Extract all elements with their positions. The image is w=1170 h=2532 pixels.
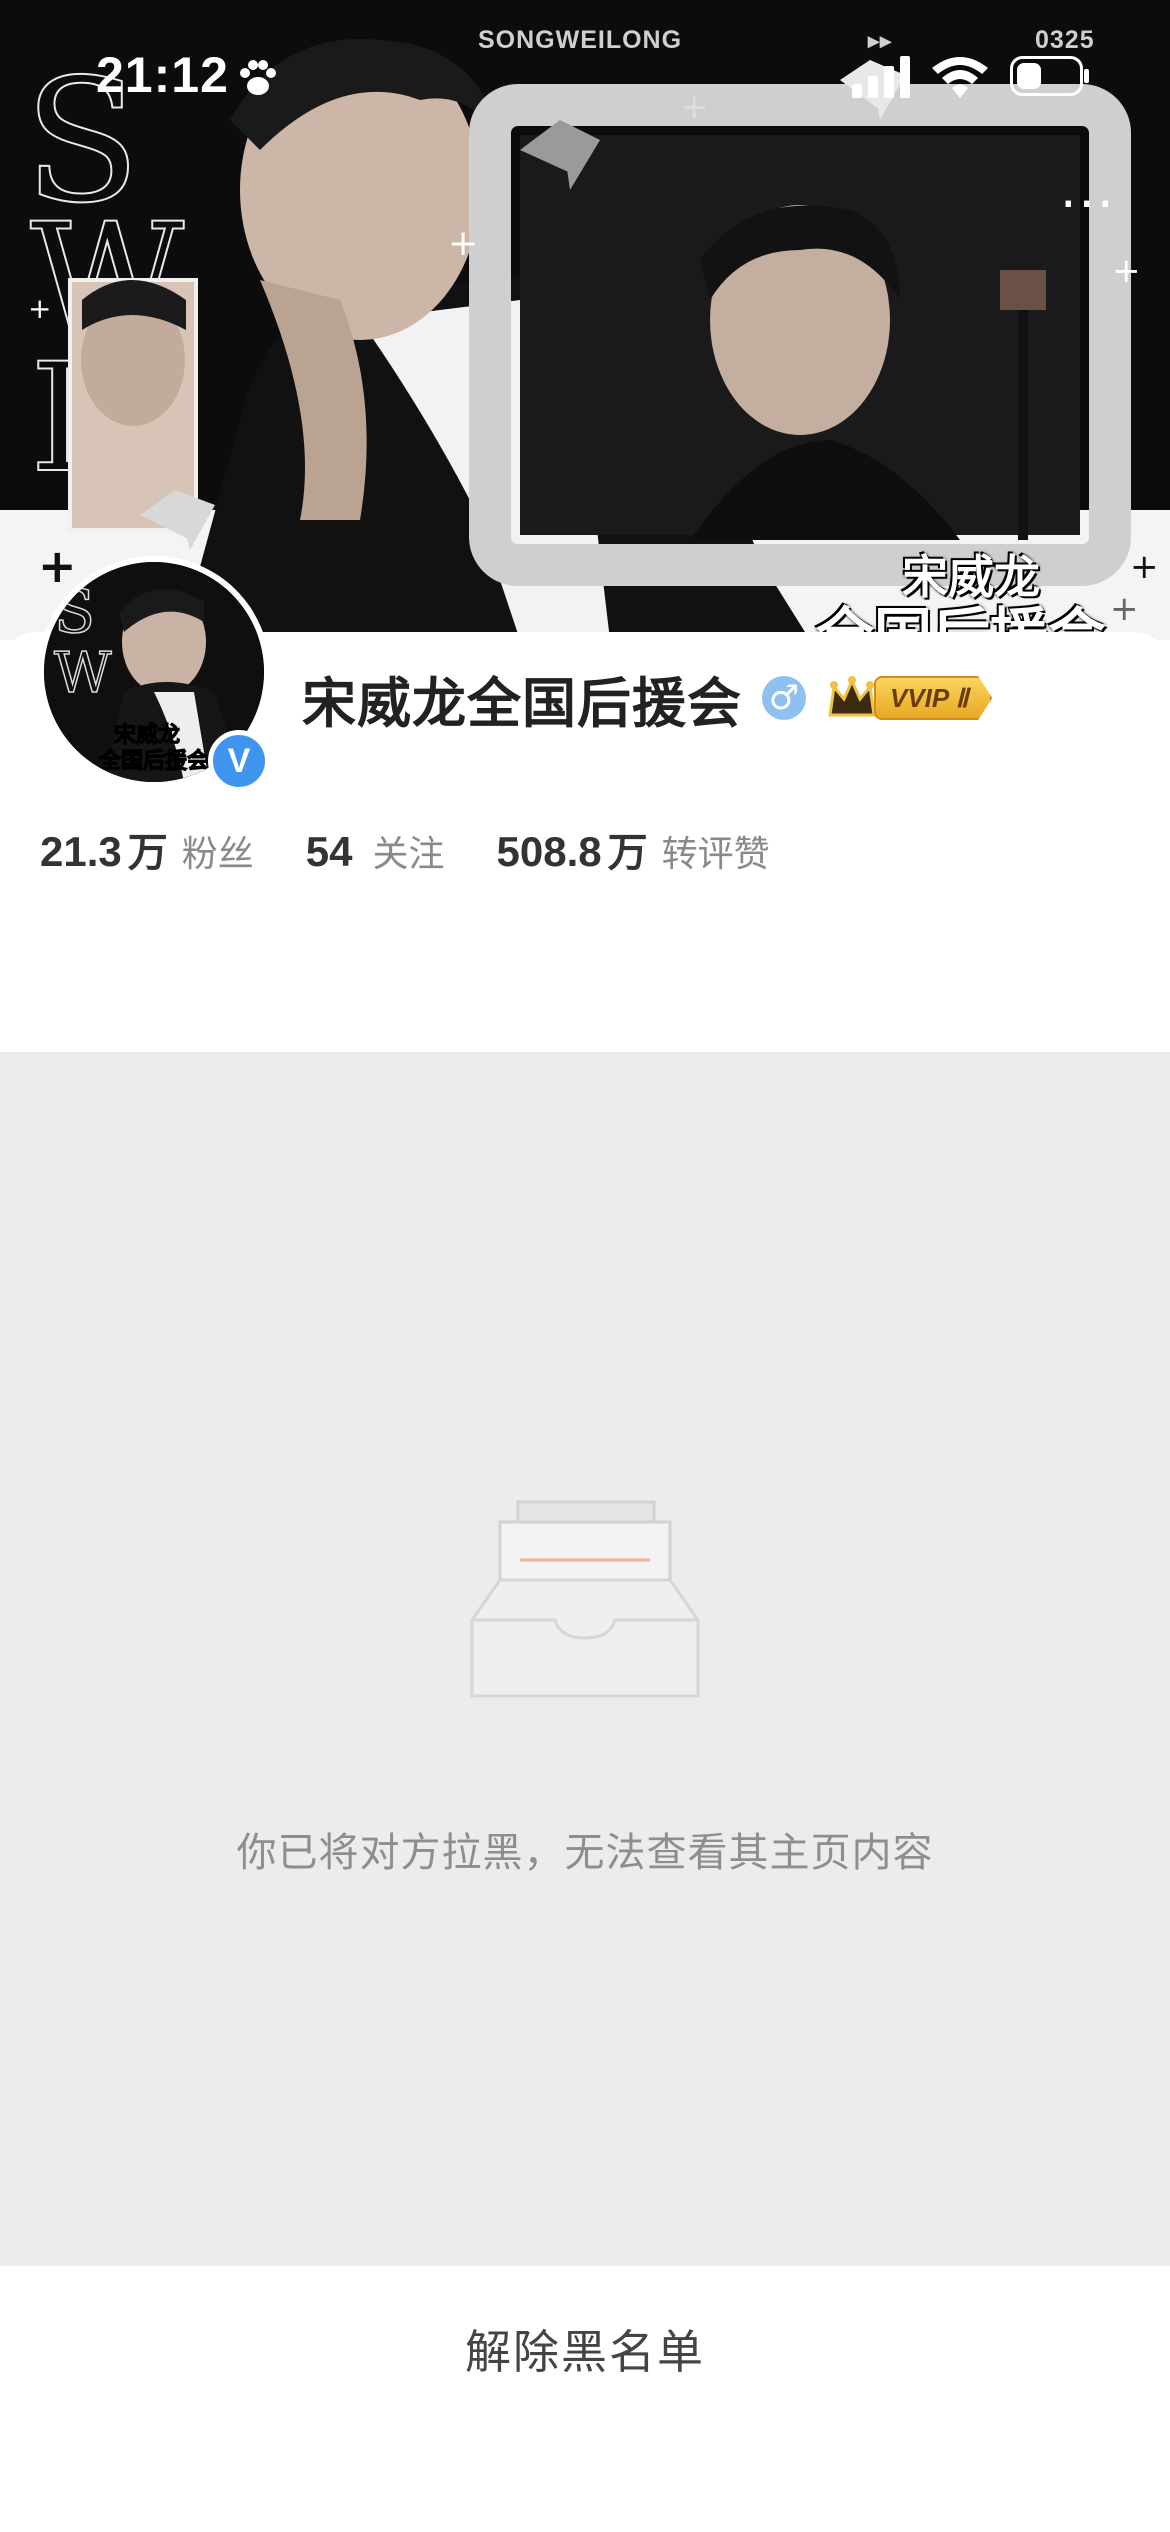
svg-text:+: +: [38, 539, 77, 593]
stat-label: 粉丝: [181, 834, 254, 875]
unblock-button[interactable]: 解除黑名单: [0, 2266, 1170, 2432]
empty-inbox-icon: [470, 1500, 700, 1698]
svg-text:+: +: [1110, 589, 1139, 629]
banner-code-text: 0325: [1035, 26, 1095, 54]
banner-brand-text: SONGWEILONG: [478, 26, 683, 54]
profile-banner[interactable]: S W L + + + + + + + 21:: [0, 0, 1170, 640]
svg-text:+: +: [1130, 547, 1159, 587]
signal-icon: [852, 56, 910, 98]
crown-icon: [828, 676, 876, 717]
male-gender-icon: ♂: [762, 676, 806, 720]
stat-followers[interactable]: 21.3 万 粉丝: [40, 820, 254, 878]
verified-badge-icon: V: [208, 730, 270, 792]
blocked-content-area: 你已将对方拉黑，无法查看其主页内容: [0, 1052, 1170, 2266]
svg-text:+: +: [1112, 251, 1141, 291]
paw-icon: [240, 60, 276, 95]
stat-value: 54: [305, 828, 353, 875]
banner-caption: 宋威龙 全国后援会: [816, 548, 1106, 640]
stat-unit: 万: [127, 830, 168, 876]
stat-value: 508.8: [496, 828, 602, 875]
stat-unit: 万: [607, 830, 648, 876]
svg-text:+: +: [448, 223, 478, 264]
blocked-message: 你已将对方拉黑，无法查看其主页内容: [236, 1830, 934, 1876]
stat-value: 21.3: [40, 828, 122, 875]
svg-text:宋威龙: 宋威龙: [114, 722, 180, 748]
status-time: 21:12: [96, 47, 229, 103]
svg-text:全国后援会: 全国后援会: [98, 748, 209, 774]
profile-name: 宋威龙全国后援会: [302, 671, 742, 735]
profile-name-row: 宋威龙全国后援会 ♂ VVIP Ⅱ: [302, 662, 993, 735]
stat-label: 转评赞: [661, 834, 770, 875]
more-dots-icon: ···: [1060, 175, 1116, 235]
bottom-action-bar: 解除黑名单: [0, 2266, 1170, 2532]
svg-text:+: +: [28, 292, 51, 325]
vip-level-label: VVIP Ⅱ: [874, 676, 993, 720]
stat-reposts-comments-likes[interactable]: 508.8 万 转评赞: [497, 820, 770, 878]
battery-icon: [1010, 56, 1089, 96]
stat-label: 关注: [372, 834, 445, 875]
banner-caption-line1: 宋威龙: [902, 550, 1040, 604]
status-bar: 21:12 SONGWEILONG ▸▸ 0325: [0, 0, 1170, 140]
wifi-icon: [932, 57, 988, 98]
vip-badge[interactable]: VVIP Ⅱ: [826, 675, 993, 721]
stat-following[interactable]: 54 关注: [306, 825, 445, 877]
svg-text:W: W: [54, 641, 112, 706]
more-options-button[interactable]: ···: [1060, 179, 1150, 231]
profile-stats: 21.3 万 粉丝 54 关注 508.8 万 转评赞: [40, 820, 822, 878]
fast-forward-icon: ▸▸: [868, 28, 893, 53]
